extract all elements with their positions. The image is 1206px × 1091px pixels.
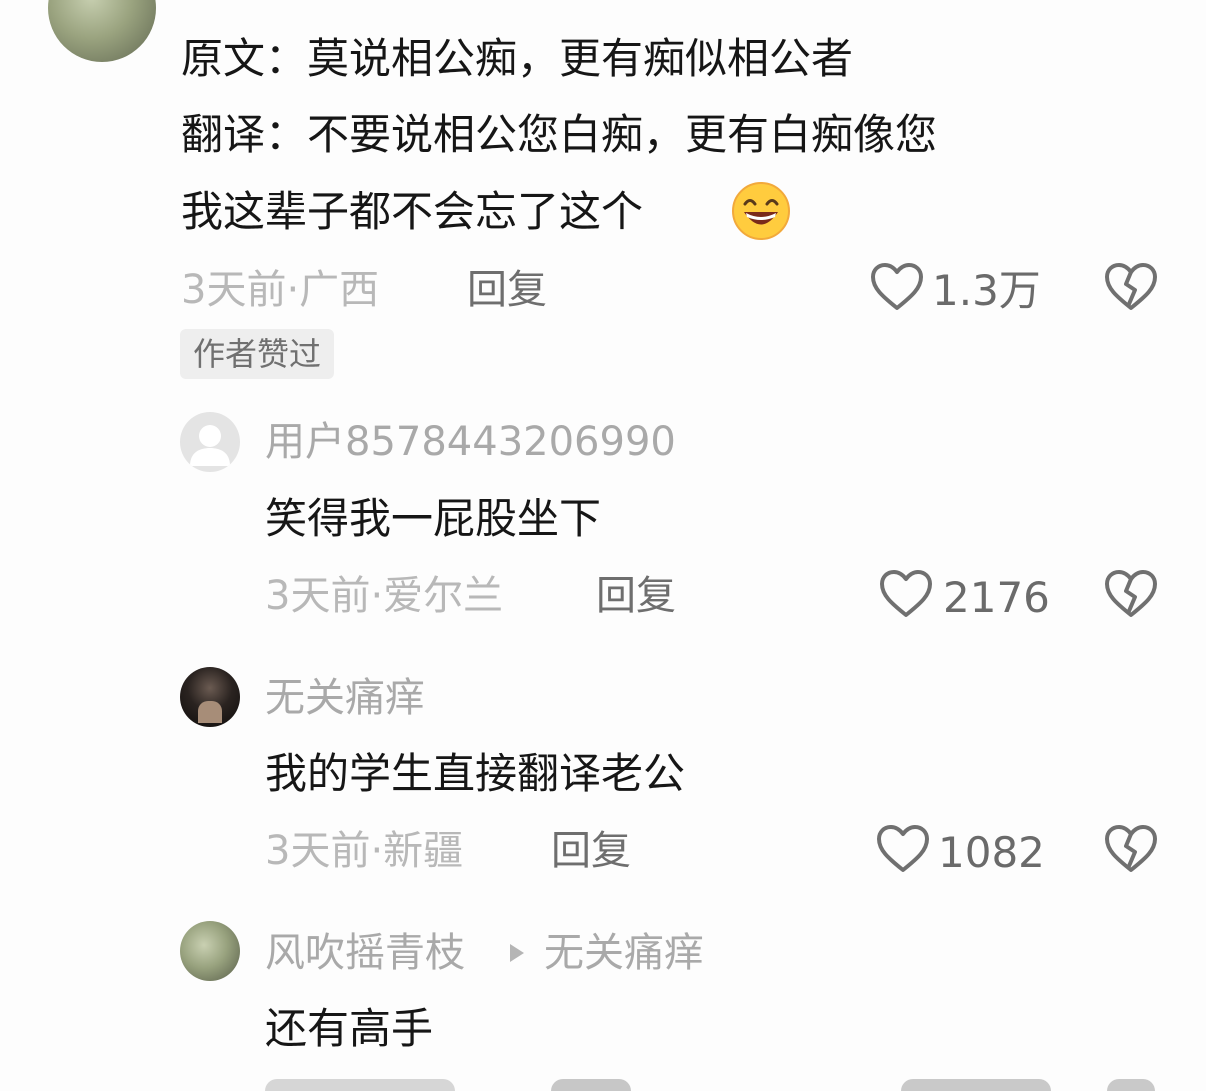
comment-text: 我的学生直接翻译老公 bbox=[265, 749, 686, 798]
broken-heart-icon[interactable] bbox=[1104, 824, 1158, 874]
avatar[interactable] bbox=[48, 0, 156, 62]
time-location: 3天前·广西 bbox=[181, 267, 380, 313]
reply-button[interactable]: 回复 bbox=[551, 831, 631, 871]
heart-icon bbox=[879, 569, 933, 619]
cut-off-row bbox=[265, 1079, 1155, 1091]
avatar[interactable] bbox=[180, 412, 240, 472]
time-location: 3天前·爱尔兰 bbox=[265, 573, 504, 619]
broken-heart-icon[interactable] bbox=[1104, 569, 1158, 619]
heart-icon bbox=[876, 824, 930, 874]
reply-button[interactable]: 回复 bbox=[467, 270, 547, 310]
avatar[interactable] bbox=[180, 667, 240, 727]
like-count: 1.3万 bbox=[932, 266, 1041, 315]
grinning-face-emoji-icon bbox=[731, 181, 791, 241]
username[interactable]: 无关痛痒 bbox=[265, 678, 425, 718]
comment-text: 笑得我一屁股坐下 bbox=[265, 494, 602, 543]
author-liked-badge: 作者赞过 bbox=[180, 329, 335, 379]
comment-text-line: 原文：莫说相公痴，更有痴似相公者 bbox=[181, 34, 854, 83]
reply-arrow-icon bbox=[508, 942, 526, 964]
like-count: 2176 bbox=[943, 573, 1050, 622]
like-count: 1082 bbox=[938, 828, 1045, 877]
comment-text-line: 我这辈子都不会忘了这个 bbox=[181, 187, 644, 236]
username[interactable]: 风吹摇青枝 bbox=[265, 933, 465, 973]
reply-to-username[interactable]: 无关痛痒 bbox=[544, 933, 704, 973]
broken-heart-icon[interactable] bbox=[1104, 262, 1158, 312]
heart-icon bbox=[870, 262, 924, 312]
reply-button[interactable]: 回复 bbox=[596, 576, 676, 616]
time-location: 3天前·新疆 bbox=[265, 828, 464, 874]
comment-text: 还有高手 bbox=[265, 1004, 434, 1053]
comment-text-line: 翻译：不要说相公您白痴，更有白痴像您 bbox=[181, 110, 938, 159]
username[interactable]: 用户8578443206990 bbox=[265, 422, 676, 462]
default-user-icon bbox=[190, 425, 230, 466]
avatar[interactable] bbox=[180, 921, 240, 981]
